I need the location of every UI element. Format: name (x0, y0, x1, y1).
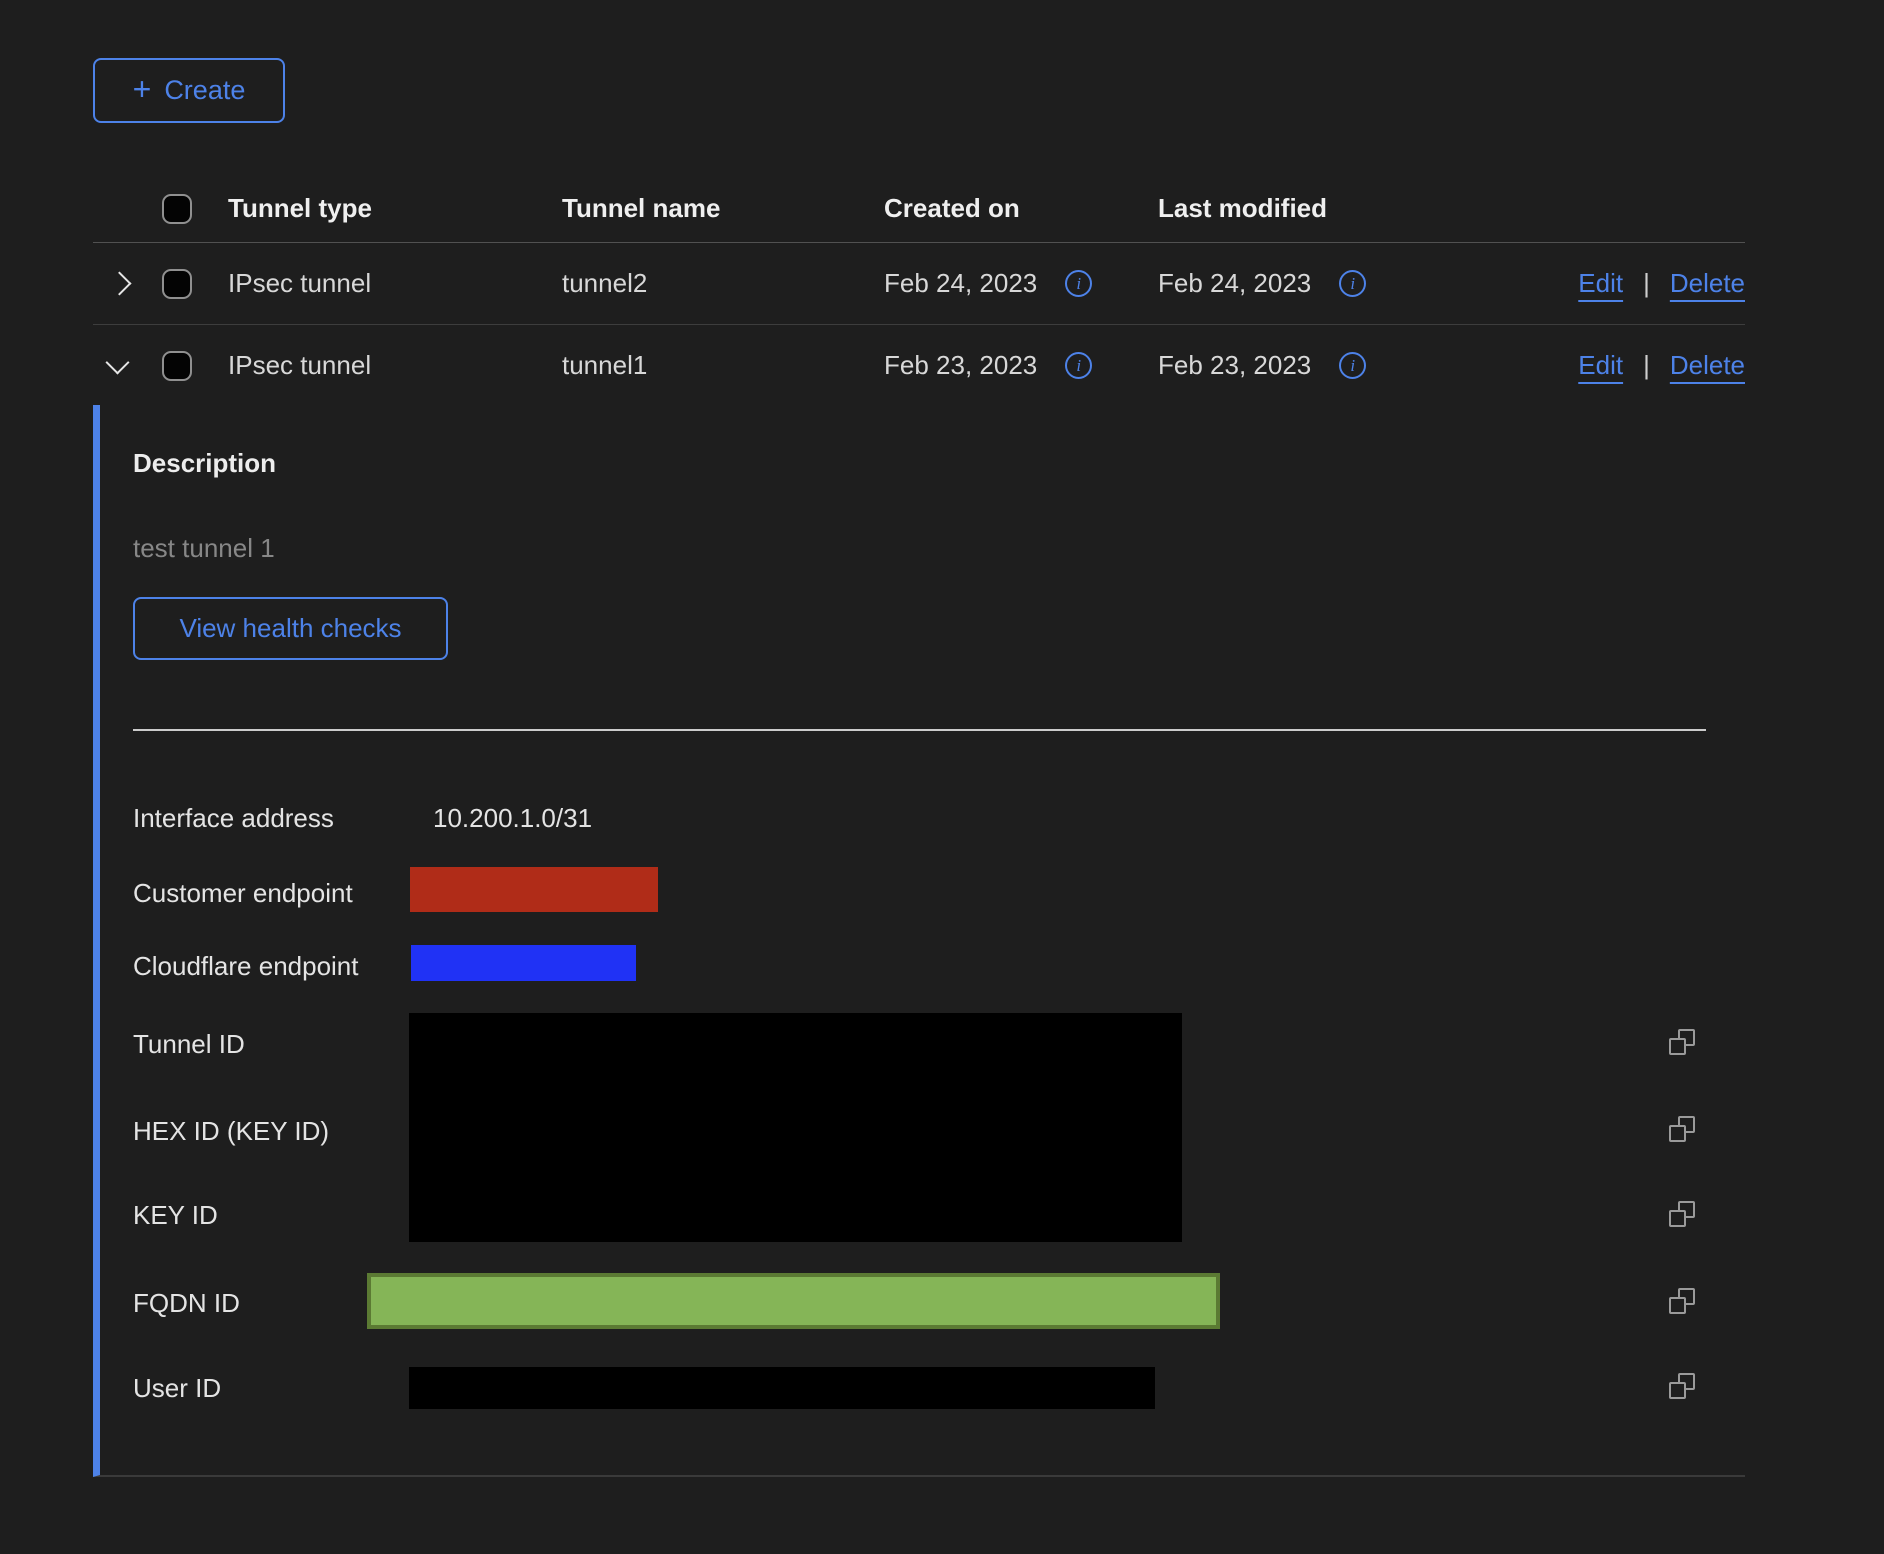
user-id-redacted-value (409, 1367, 1155, 1409)
checkbox-cell (162, 269, 228, 299)
tunnels-table: Tunnel type Tunnel name Created on Last … (93, 175, 1745, 406)
key-id-label: KEY ID (133, 1200, 218, 1231)
copy-icon-front (1669, 1297, 1686, 1314)
expander-cell (93, 360, 162, 371)
last-modified-value: Feb 23, 2023 (1158, 350, 1311, 381)
last-modified-cell: Feb 24, 2023 i (1158, 268, 1430, 299)
plus-icon: + (133, 73, 152, 105)
tunnel-type-cell: IPsec tunnel (228, 350, 562, 381)
actions-separator: | (1643, 268, 1650, 299)
row-checkbox[interactable] (162, 269, 192, 299)
copy-icon-front (1669, 1038, 1686, 1055)
user-id-label: User ID (133, 1373, 221, 1404)
created-on-value: Feb 24, 2023 (884, 268, 1037, 299)
header-tunnel-name: Tunnel name (562, 193, 884, 224)
copy-icon[interactable] (1669, 1116, 1695, 1142)
info-icon[interactable]: i (1065, 270, 1092, 297)
header-created-on: Created on (884, 193, 1158, 224)
section-divider (133, 729, 1706, 731)
tunnel-hex-key-ids-redacted-value (409, 1013, 1182, 1242)
created-on-cell: Feb 24, 2023 i (884, 268, 1158, 299)
created-on-value: Feb 23, 2023 (884, 350, 1037, 381)
table-row-tunnel2: IPsec tunnel tunnel2 Feb 24, 2023 i Feb … (93, 243, 1745, 325)
customer-endpoint-redacted-value (410, 867, 658, 912)
last-modified-value: Feb 24, 2023 (1158, 268, 1311, 299)
table-row-tunnel1: IPsec tunnel tunnel1 Feb 23, 2023 i Feb … (93, 325, 1745, 406)
tunnel-name-cell: tunnel2 (562, 268, 884, 299)
actions-cell: Edit | Delete (1430, 350, 1745, 381)
tunnel-detail-panel: Description test tunnel 1 View health ch… (93, 405, 1745, 1477)
header-last-modified: Last modified (1158, 193, 1430, 224)
edit-link[interactable]: Edit (1578, 350, 1623, 381)
chevron-down-icon[interactable] (105, 350, 129, 374)
interface-address-value: 10.200.1.0/31 (433, 803, 592, 834)
select-all-checkbox[interactable] (162, 194, 192, 224)
tunnel-type-cell: IPsec tunnel (228, 268, 562, 299)
copy-icon[interactable] (1669, 1029, 1695, 1055)
tunnel-name-cell: tunnel1 (562, 350, 884, 381)
table-header-row: Tunnel type Tunnel name Created on Last … (93, 175, 1745, 243)
cloudflare-endpoint-label: Cloudflare endpoint (133, 951, 359, 982)
copy-icon[interactable] (1669, 1201, 1695, 1227)
customer-endpoint-label: Customer endpoint (133, 878, 353, 909)
cloudflare-endpoint-redacted-value (411, 945, 636, 981)
fqdn-id-label: FQDN ID (133, 1288, 240, 1319)
select-all-cell (162, 194, 228, 224)
checkbox-cell (162, 351, 228, 381)
copy-icon-front (1669, 1382, 1686, 1399)
info-icon[interactable]: i (1339, 352, 1366, 379)
info-icon[interactable]: i (1065, 352, 1092, 379)
delete-link[interactable]: Delete (1670, 350, 1745, 381)
create-button[interactable]: + Create (93, 58, 285, 123)
chevron-right-icon[interactable] (107, 271, 131, 295)
copy-icon[interactable] (1669, 1373, 1695, 1399)
header-tunnel-type: Tunnel type (228, 193, 562, 224)
actions-separator: | (1643, 350, 1650, 381)
row-checkbox[interactable] (162, 351, 192, 381)
delete-link[interactable]: Delete (1670, 268, 1745, 299)
last-modified-cell: Feb 23, 2023 i (1158, 350, 1430, 381)
tunnels-page: + Create Tunnel type Tunnel name Created… (0, 0, 1884, 1554)
edit-link[interactable]: Edit (1578, 268, 1623, 299)
actions-cell: Edit | Delete (1430, 268, 1745, 299)
copy-icon[interactable] (1669, 1288, 1695, 1314)
expander-cell (93, 275, 162, 292)
fqdn-id-redacted-value (367, 1273, 1220, 1329)
description-value: test tunnel 1 (133, 533, 275, 564)
hex-id-label: HEX ID (KEY ID) (133, 1116, 329, 1147)
view-health-checks-button[interactable]: View health checks (133, 597, 448, 660)
created-on-cell: Feb 23, 2023 i (884, 350, 1158, 381)
copy-icon-front (1669, 1125, 1686, 1142)
tunnel-id-label: Tunnel ID (133, 1029, 245, 1060)
copy-icon-front (1669, 1210, 1686, 1227)
interface-address-label: Interface address (133, 803, 334, 834)
info-icon[interactable]: i (1339, 270, 1366, 297)
description-label: Description (133, 448, 276, 479)
create-button-label: Create (164, 75, 245, 106)
